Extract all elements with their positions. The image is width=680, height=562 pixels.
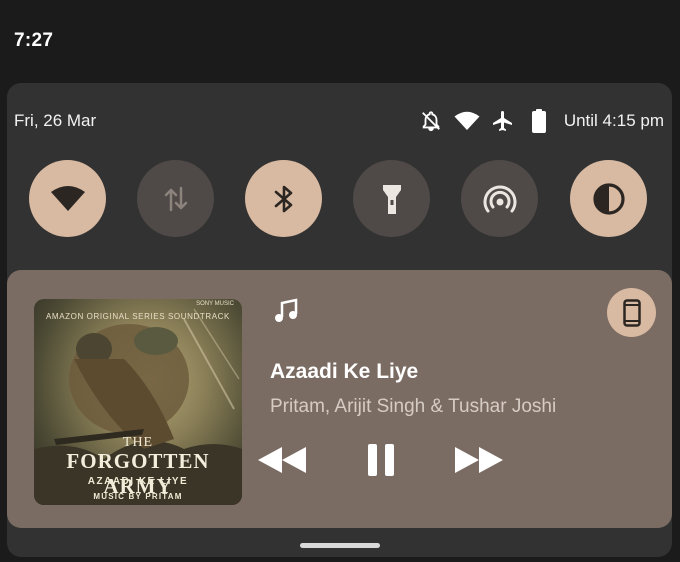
battery-icon (526, 109, 552, 133)
album-art-subtitle: AMAZON ORIGINAL SERIES SOUNDTRACK (46, 312, 230, 321)
battery-estimate: Until 4:15 pm (563, 111, 664, 130)
album-art: SONY MUSIC AMAZON ORIGINAL SERIES SOUNDT… (34, 299, 242, 505)
pause-icon (368, 444, 394, 476)
phone-icon (622, 298, 641, 327)
media-player-card[interactable]: SONY MUSIC AMAZON ORIGINAL SERIES SOUNDT… (7, 270, 672, 528)
mobile-data-tile[interactable] (137, 160, 214, 237)
status-bar-time: 7:27 (14, 30, 54, 51)
album-art-title-line3: AZAADI KE LIYE (87, 476, 189, 487)
quick-tiles-row (29, 160, 649, 238)
notifications-off-icon (418, 109, 444, 133)
hotspot-icon (483, 185, 516, 212)
music-note-icon (272, 297, 300, 330)
drag-handle[interactable] (300, 543, 380, 548)
quick-settings-header: Fri, 26 Mar Until 4:15 pm (14, 109, 664, 133)
album-art-brand: SONY MUSIC (196, 301, 234, 307)
flashlight-tile[interactable] (353, 160, 430, 237)
song-title: Azaadi Ke Liye (270, 360, 419, 383)
quick-settings-panel: Fri, 26 Mar Until 4:15 pm SONY MUSIC AMA… (7, 83, 672, 557)
pause-button[interactable] (363, 442, 399, 478)
album-art-credit: MUSIC BY PRITAM (93, 492, 183, 501)
fast-forward-icon (455, 447, 503, 473)
wifi-icon (454, 109, 480, 133)
header-status-icons: Until 4:15 pm (418, 109, 664, 133)
flashlight-icon (382, 184, 401, 214)
rewind-button[interactable] (255, 442, 309, 478)
hotspot-tile[interactable] (461, 160, 538, 237)
date-label: Fri, 26 Mar (14, 111, 97, 130)
fast-forward-button[interactable] (452, 442, 506, 478)
song-artist: Pritam, Arijit Singh & Tushar Joshi (270, 396, 557, 417)
wifi-tile[interactable] (29, 160, 106, 237)
wifi-icon (50, 185, 85, 211)
dark-theme-tile[interactable] (570, 160, 647, 237)
airplane-icon (490, 109, 516, 133)
bluetooth-tile[interactable] (245, 160, 322, 237)
data-arrows-icon (164, 186, 187, 211)
output-device-button[interactable] (607, 288, 656, 337)
bluetooth-icon (274, 185, 292, 212)
dark-theme-icon (592, 182, 625, 215)
rewind-icon (258, 447, 306, 473)
